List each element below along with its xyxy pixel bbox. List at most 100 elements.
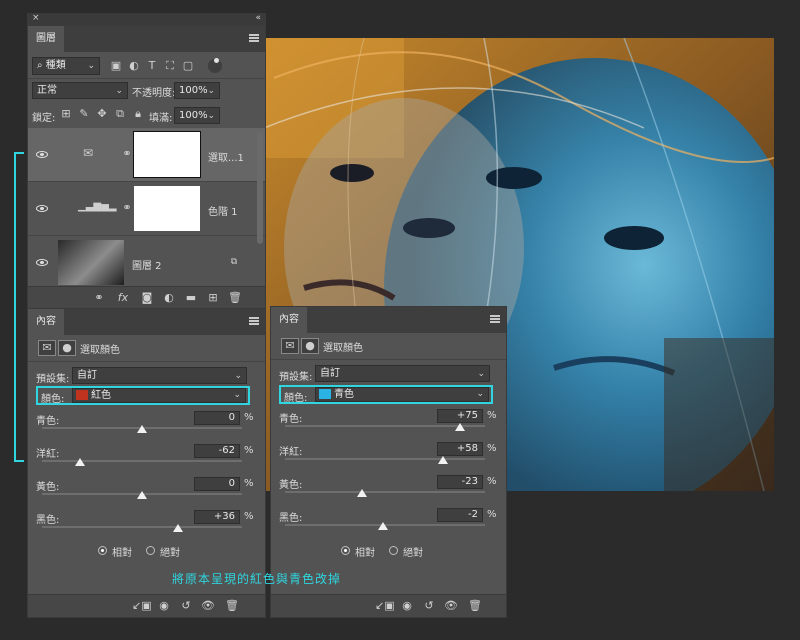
slider-value-input[interactable]: 0 — [194, 477, 240, 491]
panel-menu-icon[interactable] — [249, 34, 259, 42]
layer-photo-thumb[interactable] — [58, 240, 124, 285]
visibility-eye-icon[interactable] — [36, 151, 48, 158]
lock-label: 鎖定: — [32, 113, 56, 124]
preset-select[interactable]: 自訂 ⌄ — [315, 365, 490, 382]
visibility-eye-icon[interactable] — [36, 205, 48, 212]
opacity-input[interactable]: 100% ⌄ — [174, 82, 220, 99]
color-select[interactable]: 青色 ⌄ — [315, 387, 489, 402]
chevron-down-icon: ⌄ — [207, 86, 215, 96]
layer-row[interactable]: 圖層 2 ⧉ — [28, 236, 265, 290]
color-swatch — [319, 389, 331, 399]
slider-value-input[interactable]: -62 — [194, 444, 240, 458]
slider-value-input[interactable]: +75 — [437, 409, 483, 423]
slider-track[interactable] — [285, 458, 485, 460]
layer-row[interactable]: ▁▃▆▅▂ ⚭ 色階 1 — [28, 182, 265, 236]
layer-mask-thumb[interactable] — [133, 131, 201, 178]
mask-icon[interactable]: ● — [301, 338, 319, 354]
trash-icon[interactable]: 🗑︎ — [467, 599, 483, 613]
view-previous-icon[interactable]: ◉ — [156, 599, 172, 613]
slider-track[interactable] — [42, 460, 242, 462]
layers-scrollbar[interactable] — [257, 132, 263, 244]
annotation-bracket — [14, 152, 24, 462]
slider-knob[interactable] — [378, 522, 388, 530]
slider-value-input[interactable]: -2 — [437, 508, 483, 522]
color-value: 青色 — [334, 389, 354, 400]
slider-knob[interactable] — [137, 425, 147, 433]
reset-icon[interactable]: ↺ — [178, 599, 194, 613]
filter-type-icon[interactable]: T — [146, 59, 158, 73]
slider-track[interactable] — [285, 491, 485, 493]
filter-shape-icon[interactable]: ⛶ — [164, 59, 176, 73]
view-previous-icon[interactable]: ◉ — [399, 599, 415, 613]
filter-smart-icon[interactable]: ▢ — [182, 59, 194, 73]
layer-mask-thumb[interactable] — [134, 186, 200, 231]
slider-value-input[interactable]: 0 — [194, 411, 240, 425]
absolute-radio[interactable] — [146, 546, 155, 555]
slider-value-input[interactable]: +58 — [437, 442, 483, 456]
preset-select[interactable]: 自訂 ⌄ — [72, 367, 247, 384]
lock-move-icon[interactable]: ✥ — [96, 107, 108, 121]
slider-label: 青色: — [36, 416, 60, 427]
slider-knob[interactable] — [173, 524, 183, 532]
slider-label: 黃色: — [279, 480, 303, 491]
lock-all-icon[interactable]: 🔒︎ — [132, 107, 144, 121]
close-icon[interactable]: × — [32, 13, 40, 23]
filter-kind-value: 種類 — [45, 60, 66, 71]
reset-icon[interactable]: ↺ — [421, 599, 437, 613]
slider-knob[interactable] — [455, 423, 465, 431]
slider-knob[interactable] — [75, 458, 85, 466]
link-layers-icon[interactable]: ⚭ — [92, 291, 106, 305]
absolute-label: 絕對 — [160, 548, 180, 559]
fill-input[interactable]: 100% ⌄ — [174, 107, 220, 124]
filter-kind-select[interactable]: ⌕ 種類 ⌄ — [32, 57, 100, 75]
slider-knob[interactable] — [137, 491, 147, 499]
slider-value-input[interactable]: -23 — [437, 475, 483, 489]
absolute-radio[interactable] — [389, 546, 398, 555]
link-icon[interactable]: ⚭ — [122, 147, 132, 161]
new-layer-icon[interactable]: ⊞ — [206, 291, 220, 305]
tab-properties[interactable]: 內容 — [28, 309, 64, 335]
relative-radio[interactable] — [98, 546, 107, 555]
lock-transparent-icon[interactable]: ⊞ — [60, 107, 72, 121]
clip-to-layer-icon[interactable]: ↙▣ — [375, 599, 395, 613]
visibility-eye-icon[interactable] — [36, 259, 48, 266]
panel-menu-icon[interactable] — [490, 315, 500, 323]
add-mask-icon[interactable]: ◙ — [140, 291, 154, 305]
slider-track[interactable] — [42, 526, 242, 528]
relative-radio[interactable] — [341, 546, 350, 555]
blend-mode-select[interactable]: 正常 ⌄ — [32, 82, 128, 99]
slider-unit: % — [244, 511, 254, 522]
group-folder-icon[interactable]: ▬ — [184, 291, 198, 305]
mask-icon[interactable]: ● — [58, 340, 76, 356]
layer-row[interactable]: ✉ ⚭ 選取...1 — [28, 128, 265, 182]
tab-layers[interactable]: 圖層 — [28, 26, 64, 52]
relative-label: 相對 — [355, 548, 375, 559]
preset-value: 自訂 — [320, 368, 340, 379]
slider-knob[interactable] — [438, 456, 448, 464]
slider-label: 青色: — [279, 414, 303, 425]
collapse-icon[interactable]: « — [255, 13, 261, 23]
trash-icon[interactable]: 🗑︎ — [228, 291, 242, 305]
chevron-down-icon: ⌄ — [477, 369, 485, 379]
lock-brush-icon[interactable]: ✎ — [78, 107, 90, 121]
filter-pixel-icon[interactable]: ▣ — [110, 59, 122, 73]
lock-artboard-icon[interactable]: ⧉ — [114, 107, 126, 121]
adjustment-layer-icon[interactable]: ◐ — [162, 291, 176, 305]
trash-icon[interactable]: 🗑︎ — [224, 599, 240, 613]
slider-value-input[interactable]: +36 — [194, 510, 240, 524]
visibility-eye-icon[interactable]: 👁︎ — [443, 599, 459, 613]
link-icon[interactable]: ⚭ — [122, 201, 132, 215]
layers-panel: × « 圖層 ⌕ 種類 ⌄ ▣ ◐ T ⛶ ▢ 正常 ⌄ 不透明度: 100% … — [27, 13, 266, 310]
clip-to-layer-icon[interactable]: ↙▣ — [132, 599, 152, 613]
fx-icon[interactable]: fx — [116, 291, 130, 305]
slider-label: 洋紅: — [36, 449, 60, 460]
tab-properties[interactable]: 內容 — [271, 307, 307, 333]
layer-name: 圖層 2 — [132, 261, 162, 272]
slider-knob[interactable] — [357, 489, 367, 497]
color-select[interactable]: 紅色 ⌄ — [72, 388, 246, 403]
filter-adjust-icon[interactable]: ◐ — [128, 59, 140, 73]
annotation-text: 將原本呈現的紅色與青色改掉 — [172, 572, 342, 586]
preset-label: 預設集: — [36, 374, 70, 385]
visibility-eye-icon[interactable]: 👁︎ — [200, 599, 216, 613]
panel-menu-icon[interactable] — [249, 317, 259, 325]
